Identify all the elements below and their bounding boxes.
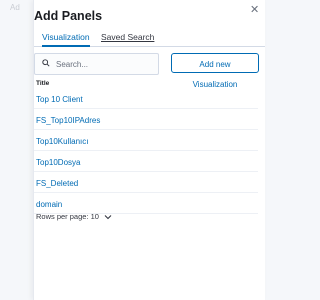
dashboard-background: Ad — [0, 0, 33, 300]
close-icon[interactable]: ✕ — [250, 3, 259, 16]
list-item: Top 10 Client — [34, 88, 258, 109]
list-item: FS_Deleted — [34, 172, 258, 193]
chevron-down-icon — [104, 215, 112, 220]
search-box[interactable] — [34, 53, 159, 75]
rows-per-page-selector[interactable]: Rows per page: 10 — [36, 212, 112, 221]
search-input[interactable] — [54, 56, 158, 73]
column-header-title: Title — [36, 80, 50, 87]
list-item: Top10Kullanıcı — [34, 130, 258, 151]
panel-list: Top 10 Client FS_Top10IPAdres Top10Kulla… — [34, 88, 258, 214]
list-item: domain — [34, 193, 258, 214]
list-item-link[interactable]: FS_Deleted — [36, 179, 78, 188]
flyout-title: Add Panels — [34, 9, 103, 23]
list-item-link[interactable]: Top10Dosya — [36, 158, 80, 167]
search-icon — [42, 59, 50, 67]
list-item: Top10Dosya — [34, 151, 258, 172]
list-item-link[interactable]: Top10Kullanıcı — [36, 137, 88, 146]
rows-per-page-label: Rows per page: 10 — [36, 212, 99, 221]
tab-bar: Visualization Saved Search — [34, 30, 265, 47]
tab-saved-search[interactable]: Saved Search — [101, 32, 154, 42]
add-panels-flyout: Add Panels ✕ Visualization Saved Search … — [33, 0, 265, 300]
list-item-link[interactable]: domain — [36, 200, 62, 209]
list-item: FS_Top10IPAdres — [34, 109, 258, 130]
add-new-visualization-button[interactable]: Add new Visualization — [171, 53, 259, 89]
tab-visualization[interactable]: Visualization — [42, 32, 90, 47]
list-item-link[interactable]: FS_Top10IPAdres — [36, 116, 100, 125]
background-text: Ad — [10, 3, 20, 12]
list-item-link[interactable]: Top 10 Client — [36, 95, 83, 104]
